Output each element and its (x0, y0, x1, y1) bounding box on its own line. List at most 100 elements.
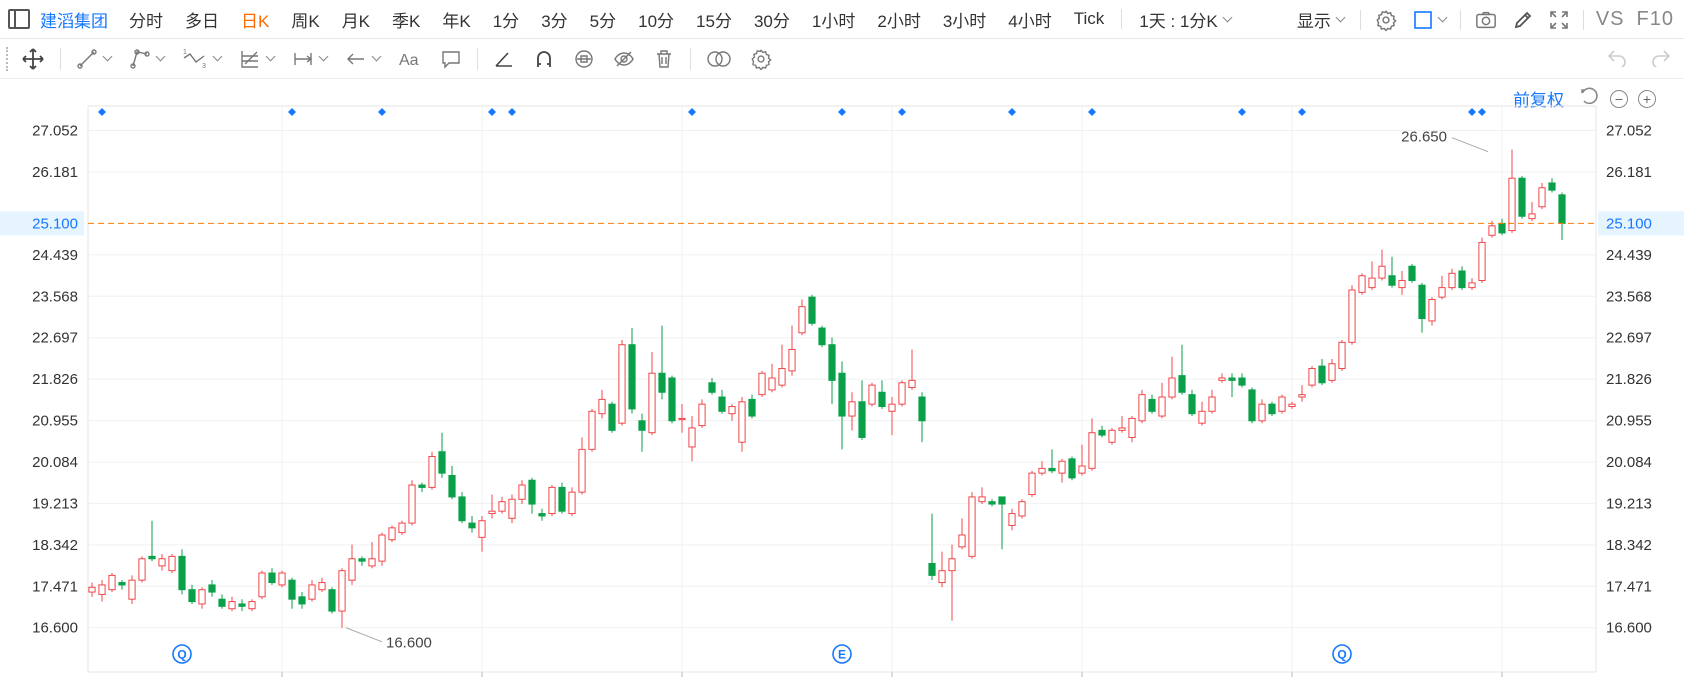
dividend-marker[interactable] (288, 108, 296, 116)
candle-up[interactable] (868, 384, 876, 405)
channel-tool-icon[interactable] (129, 48, 166, 70)
candle-down[interactable] (858, 401, 866, 438)
candle-down[interactable] (808, 296, 816, 324)
candle-up[interactable] (128, 579, 136, 600)
candle-down[interactable] (1098, 429, 1106, 436)
candle-down[interactable] (1268, 403, 1276, 415)
wave-tool-icon[interactable]: 13 (182, 48, 223, 70)
candle-up[interactable] (568, 491, 576, 515)
candle-up[interactable] (1358, 275, 1366, 293)
undo-icon[interactable] (1606, 47, 1628, 72)
candle-up[interactable] (398, 522, 406, 534)
trash-icon[interactable] (653, 48, 675, 70)
dividend-marker[interactable] (1478, 108, 1486, 116)
candle-up[interactable] (518, 484, 526, 500)
candle-down[interactable] (148, 555, 156, 560)
candle-up[interactable] (1128, 417, 1136, 438)
candle-up[interactable] (1288, 403, 1296, 408)
candle-down[interactable] (178, 555, 186, 591)
candle-down[interactable] (1318, 365, 1326, 384)
candle-up[interactable] (1218, 377, 1226, 381)
move-cross-icon[interactable] (21, 47, 45, 71)
candle-down[interactable] (558, 486, 566, 512)
candle-up[interactable] (1488, 225, 1496, 236)
candle-up[interactable] (168, 555, 176, 572)
candle-down[interactable] (638, 420, 646, 431)
period-tab[interactable]: Tick (1063, 9, 1116, 29)
dividend-marker[interactable] (1298, 108, 1306, 116)
period-tab[interactable]: 3分 (530, 7, 578, 32)
candle-up[interactable] (1158, 396, 1166, 417)
candle-down[interactable] (188, 589, 196, 603)
candle-up[interactable] (498, 501, 506, 512)
candle-down[interactable] (1408, 265, 1416, 281)
redo-icon[interactable] (1650, 47, 1672, 72)
candle-up[interactable] (338, 570, 346, 612)
candle-up[interactable] (1428, 299, 1436, 322)
candle-up[interactable] (848, 401, 856, 417)
candle-down[interactable] (1418, 284, 1426, 320)
candle-up[interactable] (978, 496, 986, 503)
candle-up[interactable] (1038, 467, 1046, 474)
candle-down[interactable] (1548, 182, 1556, 191)
candle-down[interactable] (418, 484, 426, 488)
candle-down[interactable] (628, 344, 636, 410)
candle-up[interactable] (278, 572, 286, 586)
candle-down[interactable] (448, 475, 456, 498)
candle-up[interactable] (508, 498, 516, 519)
period-tab[interactable]: 15分 (685, 7, 743, 32)
candle-down[interactable] (1498, 222, 1506, 234)
candle-up[interactable] (1348, 289, 1356, 343)
dividend-marker[interactable] (1088, 108, 1096, 116)
candle-up[interactable] (1438, 287, 1446, 298)
settings-gear-icon[interactable] (1375, 9, 1397, 31)
candle-up[interactable] (1478, 241, 1486, 281)
f10-button[interactable]: F10 (1637, 8, 1674, 31)
period-tab[interactable]: 年K (431, 7, 481, 32)
angle-icon[interactable] (493, 48, 515, 70)
sidebar-toggle-icon[interactable] (8, 9, 30, 29)
candle-up[interactable] (1018, 501, 1026, 517)
period-tab[interactable]: 季K (381, 7, 431, 32)
candle-up[interactable] (1168, 377, 1176, 398)
candle-up[interactable] (788, 348, 796, 372)
candle-down[interactable] (1558, 194, 1566, 224)
period-tab[interactable]: 5分 (579, 7, 627, 32)
vs-compare-button[interactable]: VS (1596, 8, 1625, 31)
candle-up[interactable] (738, 401, 746, 443)
comment-tool-icon[interactable] (440, 48, 462, 70)
candle-down[interactable] (818, 327, 826, 346)
candle-down[interactable] (1068, 458, 1076, 479)
candle-up[interactable] (898, 382, 906, 405)
candle-down[interactable] (658, 372, 666, 393)
candle-up[interactable] (948, 558, 956, 572)
candle-up[interactable] (578, 448, 586, 493)
period-tab[interactable]: 3小时 (932, 7, 997, 32)
candle-up[interactable] (1378, 265, 1386, 279)
candle-down[interactable] (438, 451, 446, 474)
candle-down[interactable] (1048, 467, 1056, 472)
magnet-icon[interactable] (533, 48, 555, 70)
candle-up[interactable] (428, 455, 436, 488)
candle-down[interactable] (608, 403, 616, 431)
candle-down[interactable] (1228, 377, 1236, 381)
candle-up[interactable] (1028, 472, 1036, 496)
candle-up[interactable] (258, 572, 266, 598)
candle-down[interactable] (328, 589, 336, 612)
candle-down[interactable] (838, 372, 846, 417)
candle-down[interactable] (1148, 398, 1156, 412)
candle-up[interactable] (1538, 187, 1546, 208)
period-tab[interactable]: 1小时 (801, 7, 866, 32)
dividend-marker[interactable] (508, 108, 516, 116)
candle-up[interactable] (1278, 396, 1286, 412)
period-tab[interactable]: 1分 (482, 7, 530, 32)
candle-down[interactable] (828, 344, 836, 381)
candle-down[interactable] (1188, 394, 1196, 415)
candle-up[interactable] (1208, 396, 1216, 412)
candle-up[interactable] (758, 372, 766, 396)
candle-down[interactable] (988, 501, 996, 505)
candle-down[interactable] (268, 572, 276, 584)
dividend-marker[interactable] (488, 108, 496, 116)
candle-up[interactable] (648, 372, 656, 434)
candle-down[interactable] (238, 603, 246, 607)
